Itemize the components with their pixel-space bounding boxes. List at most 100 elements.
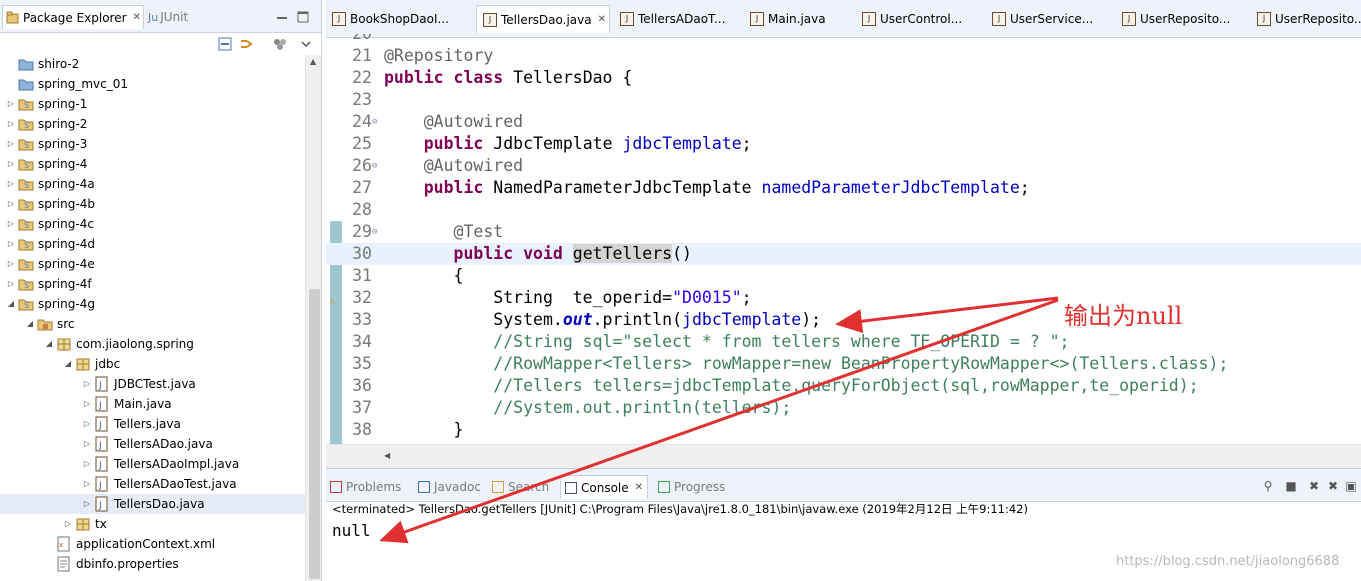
code-line[interactable]: 36 //Tellers tellers=jdbcTemplate.queryF… — [326, 375, 1361, 397]
tree-item[interactable]: ▷ Sspring-2 — [0, 114, 305, 134]
expanded-arrow-icon[interactable]: ◢ — [44, 339, 54, 349]
tree-item[interactable]: dbinfo.properties — [0, 554, 305, 574]
tree-item[interactable]: ▷ Sspring-4e — [0, 254, 305, 274]
filters-icon[interactable] — [272, 37, 288, 51]
code-line[interactable]: 24 ⊖ @Autowired — [326, 111, 1361, 133]
collapsed-arrow-icon[interactable]: ▷ — [82, 459, 92, 469]
code-line[interactable]: 22 public class TellersDao { — [326, 67, 1361, 89]
tab-junit[interactable]: Ju JUnit — [148, 5, 208, 29]
tree-item[interactable]: shiro-2 — [0, 54, 305, 74]
expanded-arrow-icon[interactable]: ◢ — [63, 359, 73, 369]
code-line[interactable]: 34 //String sql="select * from tellers w… — [326, 331, 1361, 353]
tree-item[interactable]: ▷ Sspring-4 — [0, 154, 305, 174]
tree-item[interactable]: ▷ Sspring-4a — [0, 174, 305, 194]
code-area[interactable]: 2021 @Repository 22 public class TellersDao… — [326, 34, 1361, 444]
tree-item[interactable]: ▷ J Main.java — [0, 394, 305, 414]
collapsed-arrow-icon[interactable]: ▷ — [6, 279, 16, 289]
remove-launch-icon[interactable]: ✖ — [1307, 479, 1321, 493]
tree-item[interactable]: ▷ Sspring-4b — [0, 194, 305, 214]
console-tab[interactable]: Javadoc — [418, 475, 481, 499]
tree-item[interactable]: ▷ Sspring-4f — [0, 274, 305, 294]
code-line[interactable]: 30 public void getTellers() — [326, 243, 1361, 265]
tree-item[interactable]: ▷ J TellersADao.java — [0, 434, 305, 454]
tree-item[interactable]: ▷ Sspring-4d — [0, 234, 305, 254]
scroll-left-arrow-icon[interactable]: ◀ — [384, 451, 390, 460]
code-line[interactable]: 29 ⊖ @Test — [326, 221, 1361, 243]
editor-tab[interactable]: J UserService... — [986, 5, 1112, 33]
tree-item[interactable]: ▷ J Tellers.java — [0, 414, 305, 434]
code-line[interactable]: 33 System.out.println(jdbcTemplate); — [326, 309, 1361, 331]
terminate-icon[interactable]: ■ — [1284, 479, 1298, 493]
editor-tab[interactable]: J TellersDao.java ✕ — [476, 5, 610, 33]
code-line[interactable]: 21 @Repository — [326, 45, 1361, 67]
tree-item[interactable]: ◢ src — [0, 314, 305, 334]
editor-tab[interactable]: J UserReposito... — [1116, 5, 1246, 33]
scroll-thumb[interactable] — [309, 289, 320, 579]
tree-item[interactable]: ▷ J TellersADaoImpl.java — [0, 454, 305, 474]
console-tab[interactable]: Search — [492, 475, 549, 499]
code-line[interactable]: 38 } — [326, 419, 1361, 441]
tree-item[interactable]: ▷ Sspring-3 — [0, 134, 305, 154]
editor-tab[interactable]: J UserControl... — [856, 5, 982, 33]
minimize-icon[interactable] — [274, 10, 290, 24]
tree-item[interactable]: ◢ jdbc — [0, 354, 305, 374]
editor-tab[interactable]: J Main.java — [744, 5, 852, 33]
code-line[interactable]: 23 — [326, 89, 1361, 111]
expanded-arrow-icon[interactable]: ◢ — [6, 299, 16, 309]
editor-tab[interactable]: J TellersADaoT... — [614, 5, 740, 33]
tab-package-explorer[interactable]: Package Explorer ✕ — [2, 5, 144, 29]
maximize-icon[interactable] — [295, 10, 311, 24]
collapsed-arrow-icon[interactable]: ▷ — [63, 519, 73, 529]
collapsed-arrow-icon[interactable]: ▷ — [6, 199, 16, 209]
tree-item[interactable]: x applicationContext.xml — [0, 534, 305, 554]
display-console-icon[interactable]: ▣ — [1344, 479, 1358, 493]
collapsed-arrow-icon[interactable]: ▷ — [82, 499, 92, 509]
code-line[interactable]: 25 public JdbcTemplate jdbcTemplate; — [326, 133, 1361, 155]
code-line[interactable]: 31 { — [326, 265, 1361, 287]
tree-item[interactable]: ▷ Sspring-4c — [0, 214, 305, 234]
editor-horizontal-scrollbar[interactable]: ◀ — [326, 444, 1361, 468]
collapsed-arrow-icon[interactable]: ▷ — [82, 419, 92, 429]
collapsed-arrow-icon[interactable]: ▷ — [6, 259, 16, 269]
collapsed-arrow-icon[interactable]: ▷ — [82, 399, 92, 409]
code-line[interactable]: 35 //RowMapper<Tellers> rowMapper=new Be… — [326, 353, 1361, 375]
scroll-up-arrow-icon[interactable]: ▲ — [310, 57, 316, 66]
tree-item[interactable]: ◢ Sspring-4g — [0, 294, 305, 314]
collapsed-arrow-icon[interactable]: ▷ — [6, 239, 16, 249]
code-line[interactable]: 37 //System.out.println(tellers); — [326, 397, 1361, 419]
console-tab[interactable]: Problems — [330, 475, 401, 499]
fold-icon[interactable]: ⊖ — [372, 221, 382, 243]
tree-item[interactable]: spring_mvc_01 — [0, 74, 305, 94]
collapsed-arrow-icon[interactable]: ▷ — [6, 139, 16, 149]
pin-console-icon[interactable]: ⚲ — [1261, 479, 1275, 493]
code-line[interactable]: 28 — [326, 199, 1361, 221]
close-icon[interactable]: ✕ — [133, 12, 141, 23]
tree-item[interactable]: ▷ Sspring-1 — [0, 94, 305, 114]
collapsed-arrow-icon[interactable]: ▷ — [82, 379, 92, 389]
expanded-arrow-icon[interactable]: ◢ — [25, 319, 35, 329]
close-icon[interactable]: ✕ — [598, 14, 606, 25]
collapsed-arrow-icon[interactable]: ▷ — [82, 439, 92, 449]
collapsed-arrow-icon[interactable]: ▷ — [6, 219, 16, 229]
code-line[interactable]: 20 — [326, 34, 1361, 45]
code-line[interactable]: 27 public NamedParameterJdbcTemplate nam… — [326, 177, 1361, 199]
collapse-all-icon[interactable] — [217, 37, 233, 51]
view-menu-icon[interactable] — [298, 37, 314, 51]
tree-item[interactable]: ▷ J TellersDao.java — [0, 494, 305, 514]
code-line[interactable]: 32 ⚠ String te_operid="D0015"; — [326, 287, 1361, 309]
code-line[interactable]: 26 ⊖ @Autowired — [326, 155, 1361, 177]
editor-tab[interactable]: J BookShopDaoI... — [326, 5, 466, 33]
fold-icon[interactable]: ⊖ — [372, 155, 382, 177]
link-with-editor-icon[interactable] — [238, 37, 254, 51]
tree-scrollbar[interactable]: ▲ — [305, 55, 321, 581]
warning-icon[interactable]: ⚠ — [329, 291, 343, 307]
tree-item[interactable]: ◢ com.jiaolong.spring — [0, 334, 305, 354]
tree-item[interactable]: ▷ J TellersADaoTest.java — [0, 474, 305, 494]
collapsed-arrow-icon[interactable]: ▷ — [82, 479, 92, 489]
collapsed-arrow-icon[interactable]: ▷ — [6, 159, 16, 169]
remove-all-icon[interactable]: ✖ — [1326, 479, 1340, 493]
collapsed-arrow-icon[interactable]: ▷ — [6, 99, 16, 109]
fold-icon[interactable]: ⊖ — [372, 111, 382, 133]
collapsed-arrow-icon[interactable]: ▷ — [6, 179, 16, 189]
tree-item[interactable]: ▷ tx — [0, 514, 305, 534]
